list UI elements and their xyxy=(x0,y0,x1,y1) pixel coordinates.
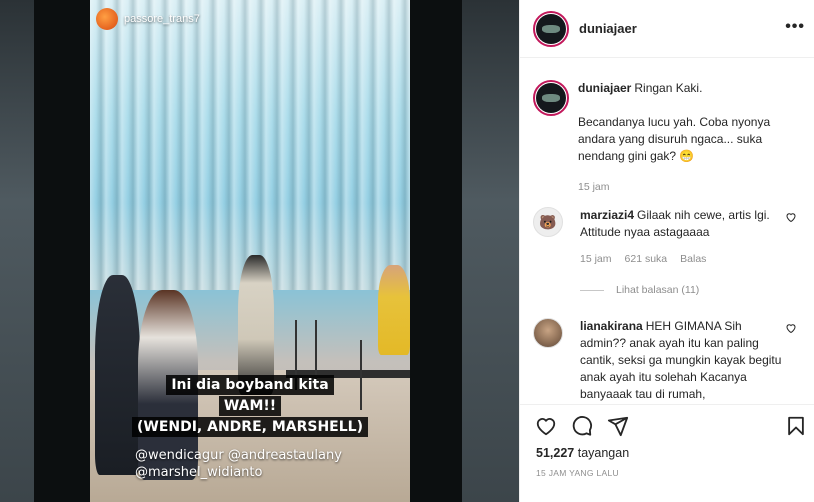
post-header: duniajaer ••• xyxy=(520,0,814,58)
views-number: 51,227 xyxy=(536,446,575,460)
reply-button[interactable]: Balas xyxy=(680,251,706,268)
view-replies-label: Lihat balasan (11) xyxy=(616,284,700,296)
video-source-avatar xyxy=(96,8,118,30)
caption-line: (WENDI, ANDRE, MARSHELL) xyxy=(131,417,368,437)
post-timestamp[interactable]: 15 JAM YANG LALU xyxy=(536,468,619,478)
instagram-post-modal: passore_trans7 Ini dia boyband kita WAM!… xyxy=(0,0,814,502)
bookmark-icon[interactable] xyxy=(785,415,807,440)
avatar[interactable]: 🐻 xyxy=(533,207,563,237)
comment-time: 15 jam xyxy=(578,181,610,193)
story-ring[interactable] xyxy=(533,10,569,47)
comment-username[interactable]: marziazi4 xyxy=(580,208,634,222)
heart-icon[interactable] xyxy=(535,415,557,437)
heart-icon[interactable] xyxy=(785,211,797,223)
views-label: tayangan xyxy=(577,446,630,460)
tag-line: @wendicagur @andreastaulany xyxy=(135,448,342,463)
share-icon[interactable] xyxy=(607,415,629,437)
caption-line: WAM!! xyxy=(218,396,282,416)
comment-username[interactable]: lianakirana xyxy=(580,319,643,333)
post-media[interactable]: passore_trans7 Ini dia boyband kita WAM!… xyxy=(0,0,519,502)
view-replies-button[interactable]: Lihat balasan (11) xyxy=(580,284,699,296)
caption-line: Ini dia boyband kita xyxy=(166,375,334,395)
avatar[interactable] xyxy=(533,318,563,348)
view-count[interactable]: 51,227 tayangan xyxy=(536,446,629,460)
caption-comment: duniajaer Ringan Kaki. Becandanya lucu ya… xyxy=(533,80,803,196)
more-icon[interactable]: ••• xyxy=(785,18,805,36)
comment-icon[interactable] xyxy=(571,415,593,437)
comment-item: 🐻 marziazi4 Gilaak nih cewe, artis lgi. A… xyxy=(533,207,803,268)
video-source-user: passore_trans7 xyxy=(96,8,200,30)
comment-time: 15 jam xyxy=(580,253,612,265)
comments-list[interactable]: duniajaer Ringan Kaki. Becandanya lucu ya… xyxy=(520,58,814,404)
comment-likes[interactable]: 621 suka xyxy=(625,251,668,268)
avatar[interactable] xyxy=(536,13,566,44)
comment-username[interactable]: duniajaer xyxy=(578,81,631,95)
stage-curtain xyxy=(90,0,410,290)
comment-item: lianakirana HEH GIMANA Sih admin?? anak a… xyxy=(533,318,803,403)
comment-text: Ringan Kaki. xyxy=(634,81,703,95)
tag-line: @marshel_widianto xyxy=(135,465,263,480)
person-yellow xyxy=(378,265,410,355)
video-tags: @wendicagur @andreastaulany @marshel_wid… xyxy=(135,447,342,481)
avatar[interactable] xyxy=(536,83,566,113)
post-actions: 51,227 tayangan 15 JAM YANG LALU xyxy=(520,404,814,502)
heart-icon[interactable] xyxy=(785,322,797,334)
story-ring[interactable] xyxy=(533,80,569,116)
comment-text: Becandanya lucu yah. Coba nyonya andara … xyxy=(578,115,771,163)
video-caption: Ini dia boyband kita WAM!! (WENDI, ANDRE… xyxy=(90,374,410,437)
header-username[interactable]: duniajaer xyxy=(579,21,637,36)
post-sidebar: duniajaer ••• duniajaer Ringan Kaki. Beca… xyxy=(519,0,814,502)
video-source-username: passore_trans7 xyxy=(124,13,200,25)
